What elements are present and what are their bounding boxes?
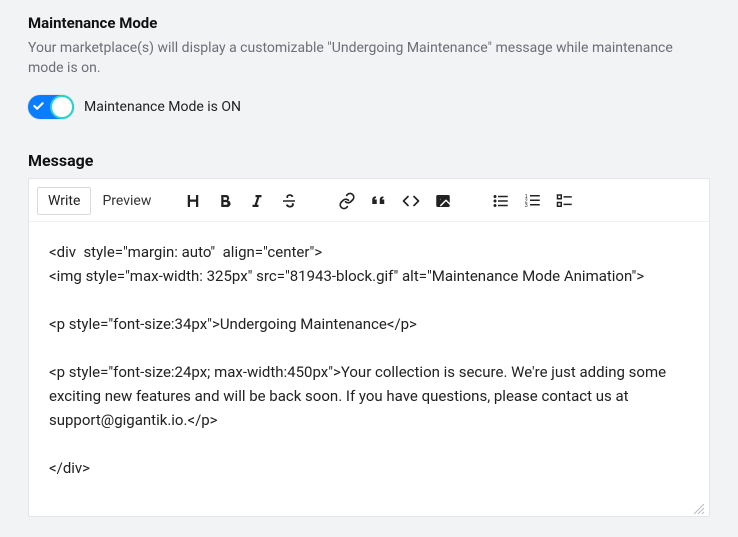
format-group-text bbox=[184, 192, 298, 210]
unordered-list-icon[interactable] bbox=[492, 192, 510, 210]
maintenance-description: Your marketplace(s) will display a custo… bbox=[28, 38, 710, 79]
link-icon[interactable] bbox=[338, 192, 356, 210]
toggle-knob bbox=[52, 97, 72, 117]
message-title: Message bbox=[28, 151, 710, 170]
heading-icon[interactable] bbox=[184, 192, 202, 210]
code-icon[interactable] bbox=[402, 192, 420, 210]
maintenance-toggle[interactable] bbox=[28, 95, 74, 119]
editor-body bbox=[29, 222, 709, 516]
tab-preview[interactable]: Preview bbox=[91, 187, 162, 215]
message-textarea[interactable] bbox=[29, 222, 709, 512]
italic-icon[interactable] bbox=[248, 192, 266, 210]
format-group-insert bbox=[338, 192, 452, 210]
check-icon bbox=[33, 100, 44, 113]
maintenance-title: Maintenance Mode bbox=[28, 14, 710, 32]
quote-icon[interactable] bbox=[370, 192, 388, 210]
ordered-list-icon[interactable]: 123 bbox=[524, 192, 542, 210]
tab-write[interactable]: Write bbox=[37, 187, 91, 215]
editor-toolbar: Write Preview bbox=[29, 179, 709, 222]
task-list-icon[interactable] bbox=[556, 192, 574, 210]
svg-text:3: 3 bbox=[525, 203, 528, 209]
message-editor: Write Preview bbox=[28, 178, 710, 517]
maintenance-panel: Maintenance Mode Your marketplace(s) wil… bbox=[0, 0, 738, 537]
format-group-lists: 123 bbox=[492, 192, 574, 210]
strikethrough-icon[interactable] bbox=[280, 192, 298, 210]
bold-icon[interactable] bbox=[216, 192, 234, 210]
image-icon[interactable] bbox=[434, 192, 452, 210]
maintenance-toggle-row: Maintenance Mode is ON bbox=[28, 95, 710, 119]
maintenance-toggle-label: Maintenance Mode is ON bbox=[84, 99, 241, 115]
